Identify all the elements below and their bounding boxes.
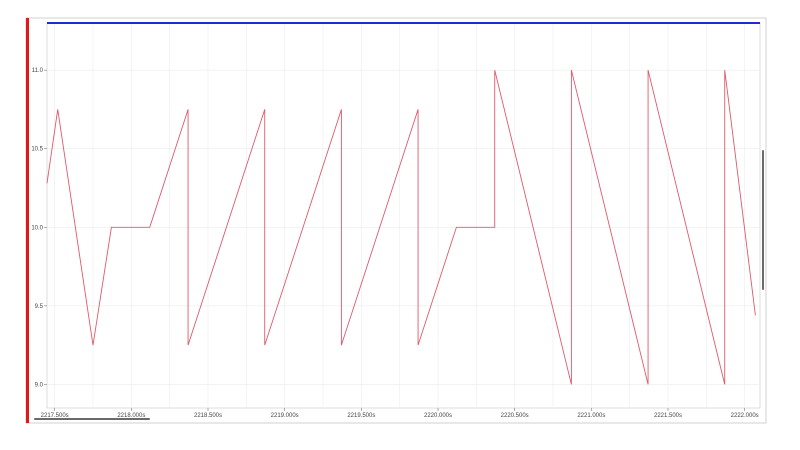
x-tick-label: 2219.500s xyxy=(347,413,375,419)
x-tick-label: 2222.000s xyxy=(731,413,759,419)
y-tick-label: 10.5 xyxy=(31,147,43,153)
x-tick-label: 2221.500s xyxy=(654,413,682,419)
y-tick-label: 9.0 xyxy=(35,382,44,388)
y-tick-label: 11.0 xyxy=(32,68,44,74)
left-cursor-marker[interactable] xyxy=(26,18,29,423)
horizontal-scrollbar-thumb[interactable] xyxy=(34,418,150,420)
x-tick-label: 2218.500s xyxy=(194,413,222,419)
vertical-scrollbar-thumb[interactable] xyxy=(762,150,764,290)
signal-plot-window: 9.0 9.5 10.0 10.5 11.0 2217.500s 2218.000s 221… xyxy=(0,0,800,450)
signal-chart[interactable]: 9.09.510.010.511.0 2217.500s 2218.000s 221… xyxy=(0,0,800,450)
x-tick-label: 2221.000s xyxy=(577,413,605,419)
x-tick-label: 2220.500s xyxy=(501,413,529,419)
x-tick-label: 2219.000s xyxy=(271,413,299,419)
y-tick-label: 10.0 xyxy=(31,225,43,231)
y-tick-label: 9.5 xyxy=(35,304,44,310)
x-tick-label: 2220.000s xyxy=(424,413,452,419)
